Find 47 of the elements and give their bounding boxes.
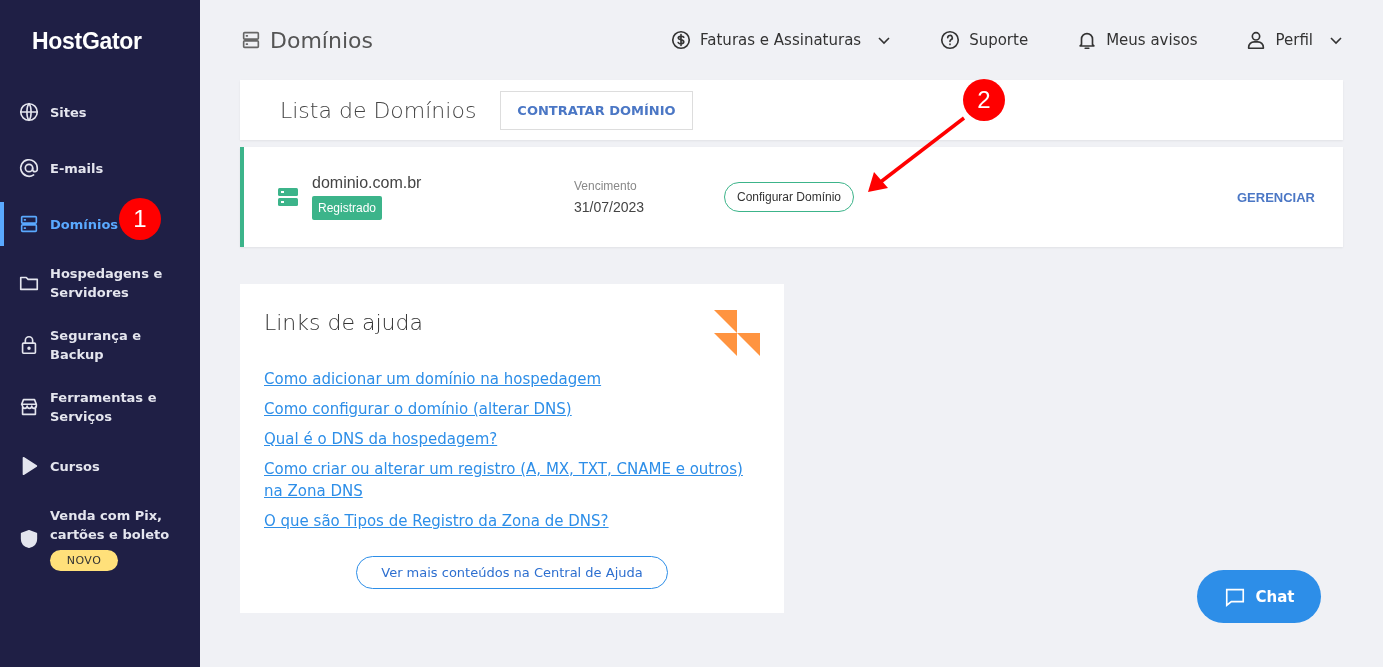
sidebar-label: Ferramentas e Serviços: [50, 389, 158, 426]
storefront-icon: [18, 396, 40, 418]
at-sign-icon: [18, 157, 40, 179]
sidebar-item[interactable]: Sites: [0, 90, 200, 134]
help-link[interactable]: Como adicionar um domínio na hospedagem: [264, 368, 760, 390]
help-link[interactable]: Como configurar o domínio (alterar DNS): [264, 398, 760, 420]
new-badge: NOVO: [50, 550, 118, 571]
header-menu-item[interactable]: Faturas e Assinaturas: [670, 29, 892, 51]
sidebar-label: Cursos: [50, 457, 100, 476]
server-icon: [278, 187, 298, 207]
sidebar-item[interactable]: Hospedagens e Servidores: [0, 258, 200, 308]
globe-icon: [18, 101, 40, 123]
sidebar-item[interactable]: E-mails: [0, 146, 200, 190]
sidebar-item[interactable]: Venda com Pix, cartões e boleto NOVO: [0, 500, 200, 577]
due-label: Vencimento: [574, 179, 638, 193]
help-link[interactable]: Qual é o DNS da hospedagem?: [264, 428, 760, 450]
sidebar-item[interactable]: Cursos: [0, 444, 200, 488]
manage-link[interactable]: GERENCIAR: [1237, 189, 1315, 205]
logo: HostGator: [31, 27, 143, 56]
help-center-button[interactable]: Ver mais conteúdos na Central de Ajuda: [356, 556, 668, 589]
dollar-icon: [670, 29, 693, 51]
sidebar-label: Sites: [50, 103, 87, 122]
due-date: 31/07/2023: [574, 199, 646, 215]
status-badge: Registrado: [312, 196, 383, 220]
server-icon: [18, 213, 40, 235]
sidebar-label: Venda com Pix, cartões e boleto: [50, 507, 171, 544]
page-title: Domínios: [270, 27, 373, 53]
header-menu-item[interactable]: Suporte: [939, 29, 1029, 51]
header-menu-item[interactable]: Perfil: [1245, 29, 1343, 51]
configure-domain-button[interactable]: Configurar Domínio: [724, 182, 855, 212]
help-link[interactable]: O que são Tipos de Registro da Zona de DNS?: [264, 510, 760, 532]
sidebar-item[interactable]: Ferramentas e Serviços: [0, 382, 200, 432]
help-title: Links de ajuda: [264, 310, 423, 335]
shield-icon: [18, 527, 40, 550]
contract-domain-button[interactable]: CONTRATAR DOMÍNIO: [500, 90, 693, 130]
help-icon: [939, 29, 962, 51]
sidebar-label: Segurança e Backup: [50, 327, 142, 364]
sidebar-label: Domínios: [50, 215, 119, 234]
header-menu-item[interactable]: Meus avisos: [1076, 29, 1198, 51]
help-link[interactable]: Como criar ou alterar um registro (A, MX, TXT, CNAME e outros) na Zona DNS: [264, 458, 760, 502]
sidebar-label: Hospedagens e Servidores: [50, 265, 164, 302]
triangles-logo-icon: [714, 310, 760, 356]
card-title: Lista de Domínios: [280, 97, 477, 123]
server-icon: [240, 29, 262, 51]
sidebar-item[interactable]: Segurança e Backup: [0, 320, 200, 370]
domain-name: dominio.com.br: [312, 174, 422, 192]
sidebar-label: E-mails: [50, 159, 104, 178]
